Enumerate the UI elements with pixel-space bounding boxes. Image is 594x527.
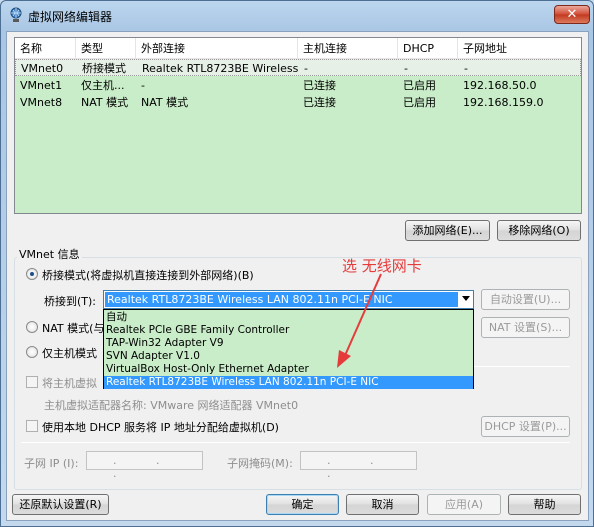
cell-subnet: 192.168.50.0 <box>463 79 537 92</box>
cell-external: NAT 模式 <box>141 96 189 109</box>
use-dhcp-checkbox[interactable] <box>26 420 38 432</box>
network-globe-icon <box>10 7 22 22</box>
cell-host: 已连接 <box>303 96 336 109</box>
column-header-external[interactable]: 外部连接 <box>136 38 298 59</box>
dropdown-option[interactable]: Realtek PCIe GBE Family Controller <box>104 324 473 337</box>
cell-name: VMnet1 <box>20 79 63 92</box>
column-header-subnet[interactable]: 子网地址 <box>458 38 581 59</box>
table-row[interactable]: VMnet8 NAT 模式 NAT 模式 已连接 已启用 192.168.159… <box>15 94 581 111</box>
cell-subnet: - <box>464 62 468 75</box>
chevron-down-icon[interactable] <box>462 296 470 301</box>
virtual-network-editor-window: 虚拟网络编辑器 ✕ 名称 类型 外部连接 主机连接 DHCP 子网地址 VMne… <box>0 0 594 527</box>
cell-external: - <box>141 79 145 92</box>
bridge-to-selected-value: Realtek RTL8723BE Wireless LAN 802.11n P… <box>105 292 458 307</box>
cell-host: 已连接 <box>303 79 336 92</box>
column-header-host[interactable]: 主机连接 <box>298 38 398 59</box>
cell-type: 仅主机... <box>81 79 125 92</box>
cancel-button[interactable]: 取消 <box>346 494 419 515</box>
subnet-ip-field[interactable]: . . . <box>86 451 203 480</box>
nat-mode-radio[interactable] <box>26 321 38 333</box>
network-table[interactable]: 名称 类型 外部连接 主机连接 DHCP 子网地址 VMnet0 桥接模式 Re… <box>14 37 582 214</box>
subnet-mask-field[interactable]: . . . <box>300 451 417 480</box>
divider <box>21 442 570 443</box>
mask-dots: . . . <box>327 454 392 480</box>
table-header: 名称 类型 外部连接 主机连接 DHCP 子网地址 <box>15 38 581 59</box>
cell-type: 桥接模式 <box>82 62 126 75</box>
dialog-body: 名称 类型 外部连接 主机连接 DHCP 子网地址 VMnet0 桥接模式 Re… <box>6 31 589 521</box>
subnet-ip-label: 子网 IP (I): <box>24 457 79 470</box>
host-adapter-name-label: 主机虚拟适配器名称: VMware 网络适配器 VMnet0 <box>44 399 299 412</box>
bridge-mode-radio[interactable] <box>26 268 38 280</box>
annotation-arrow-icon <box>337 273 382 368</box>
column-header-name[interactable]: 名称 <box>15 38 76 59</box>
vmnet-info-label: VMnet 信息 <box>17 246 82 262</box>
cell-name: VMnet0 <box>21 62 64 75</box>
bridge-mode-label[interactable]: 桥接模式(将虚拟机直接连接到外部网络)(B) <box>42 267 254 283</box>
table-row[interactable]: VMnet1 仅主机... - 已连接 已启用 192.168.50.0 <box>15 77 581 94</box>
table-row[interactable]: VMnet0 桥接模式 Realtek RTL8723BE Wireless..… <box>15 59 581 76</box>
ip-dots: . . . <box>113 454 178 480</box>
cell-name: VMnet8 <box>20 96 63 109</box>
subnet-mask-label: 子网掩码(M): <box>227 457 293 470</box>
close-button[interactable]: ✕ <box>554 5 590 24</box>
auto-settings-button[interactable]: 自动设置(U)... <box>481 289 570 310</box>
add-network-button[interactable]: 添加网络(E)... <box>405 220 490 241</box>
cell-dhcp: - <box>404 62 408 75</box>
host-only-label[interactable]: 仅主机模式 <box>42 345 97 361</box>
dropdown-option[interactable]: SVN Adapter V1.0 <box>104 350 473 363</box>
cell-dhcp: 已启用 <box>403 96 436 109</box>
connect-host-adapter-label[interactable]: 将主机虚拟 <box>42 375 97 391</box>
window-title: 虚拟网络编辑器 <box>28 10 113 24</box>
cell-type: NAT 模式 <box>81 96 129 109</box>
dropdown-option[interactable]: VirtualBox Host-Only Ethernet Adapter <box>104 363 473 376</box>
restore-defaults-button[interactable]: 还原默认设置(R) <box>12 494 109 515</box>
remove-network-button[interactable]: 移除网络(O) <box>497 220 581 241</box>
cell-subnet: 192.168.159.0 <box>463 96 544 109</box>
dropdown-option[interactable]: TAP-Win32 Adapter V9 <box>104 337 473 350</box>
ok-button[interactable]: 确定 <box>266 494 339 515</box>
bridge-to-label: 桥接到(T): <box>44 295 97 308</box>
nat-mode-label[interactable]: NAT 模式(与 <box>42 320 104 336</box>
dropdown-option-selected[interactable]: Realtek RTL8723BE Wireless LAN 802.11n P… <box>104 376 473 389</box>
connect-host-adapter-checkbox[interactable] <box>26 376 38 388</box>
radio-selected-dot <box>30 272 34 276</box>
title-bar[interactable]: 虚拟网络编辑器 ✕ <box>1 1 593 31</box>
cell-external: Realtek RTL8723BE Wireless... <box>142 62 299 75</box>
bridge-to-select[interactable]: Realtek RTL8723BE Wireless LAN 802.11n P… <box>103 290 474 309</box>
dhcp-settings-button[interactable]: DHCP 设置(P)... <box>481 416 570 437</box>
column-header-dhcp[interactable]: DHCP <box>398 38 458 59</box>
bridge-to-dropdown-list[interactable]: 自动 Realtek PCIe GBE Family Controller TA… <box>103 309 474 389</box>
column-header-type[interactable]: 类型 <box>76 38 136 59</box>
cell-dhcp: 已启用 <box>403 79 436 92</box>
help-button[interactable]: 帮助 <box>508 494 581 515</box>
host-only-radio[interactable] <box>26 346 38 358</box>
nat-settings-button[interactable]: NAT 设置(S)... <box>481 317 570 338</box>
dropdown-option-auto[interactable]: 自动 <box>104 311 473 324</box>
apply-button[interactable]: 应用(A) <box>427 494 501 515</box>
use-dhcp-label[interactable]: 使用本地 DHCP 服务将 IP 地址分配给虚拟机(D) <box>42 419 279 435</box>
cell-host: - <box>304 62 308 75</box>
